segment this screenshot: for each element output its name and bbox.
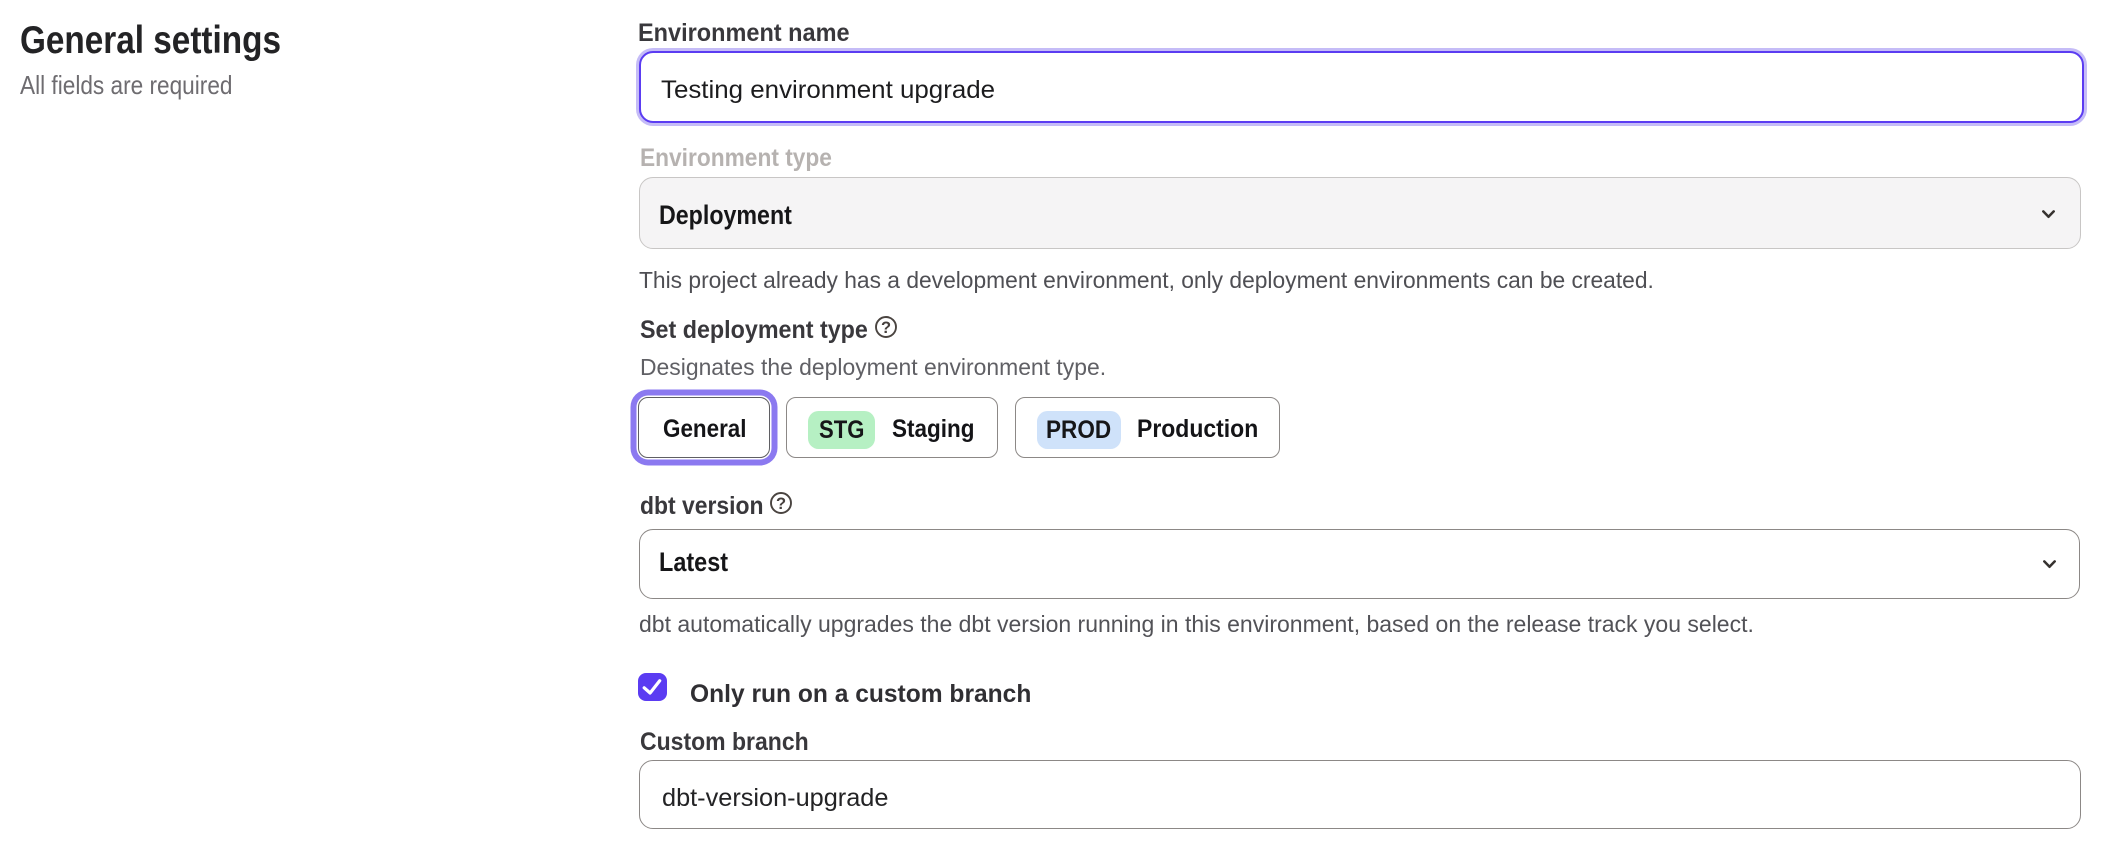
svg-text:?: ? [776, 495, 786, 513]
svg-text:?: ? [881, 319, 891, 337]
